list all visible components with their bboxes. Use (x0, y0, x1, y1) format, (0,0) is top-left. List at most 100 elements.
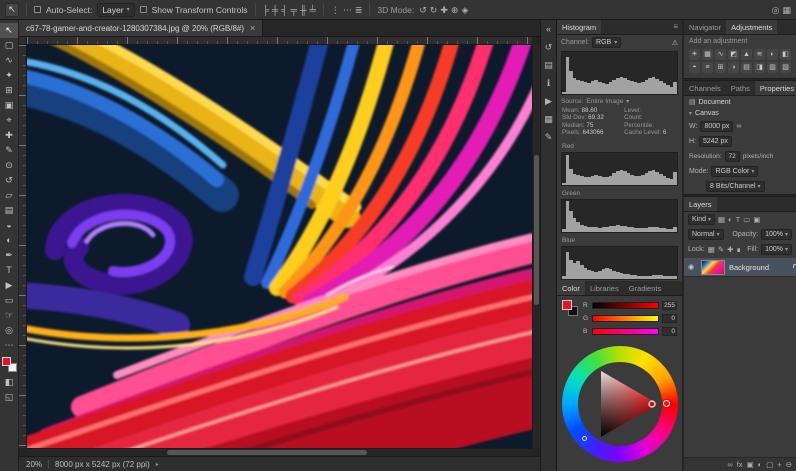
hue-marker[interactable] (663, 400, 670, 407)
tab-properties[interactable]: Properties (755, 81, 796, 95)
filter-type-layers-icon[interactable]: T (736, 215, 741, 224)
new-group-icon[interactable]: ▢ (766, 460, 773, 469)
mode-dropdown[interactable]: RGB Color▾ (711, 166, 758, 177)
lock-position-icon[interactable]: ✚ (727, 245, 733, 254)
channel-value[interactable]: 0 (662, 327, 677, 336)
tab-gradients[interactable]: Gradients (624, 281, 667, 295)
actions-panel-icon[interactable]: ▶ (545, 95, 552, 107)
status-menu-icon[interactable]: ▸ (156, 461, 159, 468)
align-bottom-icon[interactable]: ╧ (309, 3, 315, 17)
width-field[interactable]: 8000 px (700, 121, 733, 132)
filter-smart-objects-icon[interactable]: ▣ (753, 215, 760, 224)
pen-tool-icon[interactable]: ✒ (0, 248, 18, 263)
libraries-panel-icon[interactable]: ▦ (544, 113, 553, 125)
channel-dropdown[interactable]: RGB ▾ (592, 37, 621, 48)
vertical-scrollbar[interactable] (532, 45, 540, 448)
channel-slider[interactable] (592, 302, 659, 309)
color-balance-icon[interactable]: ◐ (767, 49, 778, 60)
foreground-color-swatch[interactable] (562, 300, 572, 310)
frame-tool-icon[interactable]: ▣ (0, 98, 18, 113)
info-panel-icon[interactable]: ℹ (547, 77, 550, 89)
3d-slide-icon[interactable]: ⊕ (451, 3, 459, 17)
history-panel-icon[interactable]: ↺ (545, 41, 553, 53)
align-options-icon[interactable]: ≣ (355, 3, 363, 17)
hue-saturation-icon[interactable]: ≋ (754, 49, 765, 60)
layer-name[interactable]: Background (729, 263, 769, 272)
tab-adjustments[interactable]: Adjustments (726, 20, 777, 34)
panel-menu-icon[interactable]: ≡ (669, 20, 682, 34)
screen-mode-icon[interactable]: ◱ (0, 390, 18, 405)
path-selection-tool-icon[interactable]: ▶ (0, 278, 18, 293)
zoom-tool-icon[interactable]: ◎ (0, 323, 18, 338)
expand-panels-icon[interactable]: « (546, 23, 551, 35)
lock-pixels-icon[interactable]: ✎ (718, 245, 724, 254)
align-right-icon[interactable]: ╡ (281, 3, 287, 17)
horizontal-scrollbar[interactable] (27, 448, 532, 456)
3d-roll-icon[interactable]: ↻ (430, 3, 438, 17)
swatches-panel-icon[interactable]: ▤ (544, 59, 553, 71)
eraser-tool-icon[interactable]: ▱ (0, 188, 18, 203)
3d-rotate-icon[interactable]: ↺ (419, 3, 427, 17)
levels-icon[interactable]: ▦ (702, 49, 713, 60)
edit-toolbar-icon[interactable]: ⋯ (0, 338, 18, 353)
clone-stamp-tool-icon[interactable]: ⊙ (0, 158, 18, 173)
crop-tool-icon[interactable]: ⊞ (0, 83, 18, 98)
move-tool-icon[interactable]: ↖ (0, 23, 18, 38)
align-top-icon[interactable]: ╤ (291, 3, 297, 17)
align-center-h-icon[interactable]: ╪ (272, 3, 278, 17)
type-tool-icon[interactable]: T (0, 263, 18, 278)
add-layer-mask-icon[interactable]: ▣ (747, 460, 754, 469)
filter-pixel-layers-icon[interactable]: ▦ (718, 215, 725, 224)
hand-tool-icon[interactable]: ☞ (0, 308, 18, 323)
invert-icon[interactable]: ◑ (728, 62, 739, 73)
brush-settings-panel-icon[interactable]: ✎ (545, 131, 553, 143)
layer-filter-dropdown[interactable]: Kind▾ (688, 214, 715, 225)
tab-histogram[interactable]: Histogram (557, 20, 601, 34)
delete-layer-icon[interactable]: ⊖ (786, 460, 792, 469)
link-dimensions-icon[interactable]: ∞ (736, 123, 741, 130)
marquee-tool-icon[interactable]: ▢ (0, 38, 18, 53)
horizontal-scrollbar-thumb[interactable] (167, 450, 367, 455)
eyedropper-tool-icon[interactable]: ⌖ (0, 113, 18, 128)
brush-tool-icon[interactable]: ✎ (0, 143, 18, 158)
height-field[interactable]: 5242 px (699, 136, 732, 147)
lock-all-icon[interactable]: ∎ (736, 245, 741, 254)
blur-tool-icon[interactable]: ◒ (0, 218, 18, 233)
rectangle-tool-icon[interactable]: ▭ (0, 293, 18, 308)
fill-field[interactable]: 100%▾ (761, 244, 792, 255)
document-tab[interactable]: c67-78-gamer-and-creator-1280307384.jpg … (19, 20, 263, 36)
exposure-icon[interactable]: ◩ (728, 49, 739, 60)
new-layer-icon[interactable]: + (777, 460, 781, 469)
layer-effects-icon[interactable]: fx (737, 460, 743, 469)
auto-select-target-dropdown[interactable]: Layer ▾ (97, 3, 134, 17)
filter-adjustment-layers-icon[interactable]: ◐ (728, 215, 733, 224)
tab-libraries[interactable]: Libraries (585, 281, 624, 295)
vibrance-icon[interactable]: ▲ (741, 49, 752, 60)
filter-shape-layers-icon[interactable]: ▭ (743, 215, 750, 224)
resolution-field[interactable]: 72 (725, 151, 740, 162)
show-transform-checkbox[interactable] (140, 6, 147, 13)
zoom-level[interactable]: 20% (26, 460, 42, 469)
foreground-color-swatch[interactable] (2, 357, 11, 366)
color-lookup-icon[interactable]: ⊞ (715, 62, 726, 73)
color-swatches[interactable] (562, 300, 578, 316)
bit-depth-dropdown[interactable]: 8 Bits/Channel▾ (706, 181, 765, 192)
lock-transparency-icon[interactable]: ▦ (708, 245, 715, 254)
curves-icon[interactable]: ∿ (715, 49, 726, 60)
black-white-icon[interactable]: ◧ (780, 49, 791, 60)
opacity-field[interactable]: 100%▾ (761, 229, 792, 240)
lasso-tool-icon[interactable]: ∿ (0, 53, 18, 68)
tab-layers[interactable]: Layers (684, 197, 717, 211)
current-tool-icon[interactable]: ↖ (5, 3, 19, 17)
posterize-icon[interactable]: ▤ (741, 62, 752, 73)
layer-thumbnail[interactable] (701, 260, 725, 275)
align-left-icon[interactable]: ╞ (263, 3, 269, 17)
workspace-switcher-icon[interactable]: ▦ (782, 3, 791, 17)
photo-filter-icon[interactable]: ◓ (689, 62, 700, 73)
distribute-vertical-icon[interactable]: ⋮ (331, 3, 340, 17)
close-icon[interactable]: × (250, 23, 255, 33)
distribute-horizontal-icon[interactable]: ⋯ (343, 3, 352, 17)
saturation-brightness-triangle[interactable] (578, 362, 662, 446)
quick-selection-tool-icon[interactable]: ✦ (0, 68, 18, 83)
search-icon[interactable]: ◎ (772, 3, 780, 17)
